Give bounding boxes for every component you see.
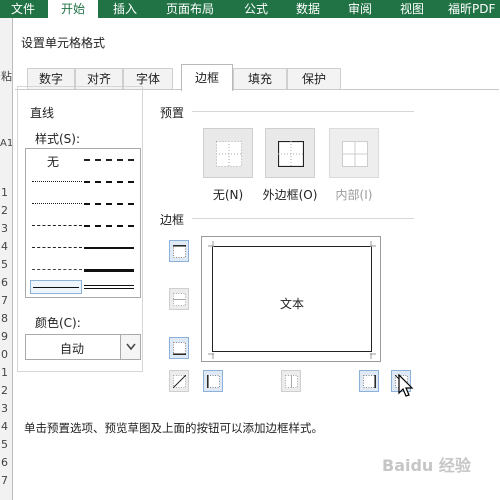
- line-style-dashed-medium[interactable]: [84, 219, 134, 233]
- preview-corner-mark: [370, 353, 376, 359]
- border-divider: [192, 218, 414, 219]
- preset-inside-button[interactable]: [329, 128, 379, 178]
- preview-corner-mark: [208, 353, 214, 359]
- color-dropdown[interactable]: 自动: [25, 334, 141, 360]
- watermark: Baidu 经验: [382, 456, 471, 475]
- border-inside-vertical-button[interactable]: [281, 370, 301, 392]
- ribbon-tab-foxit-pdf[interactable]: 福昕PDF: [448, 0, 495, 18]
- border-top-icon: [173, 245, 186, 258]
- line-style-thick[interactable]: [84, 263, 134, 277]
- ribbon-tab-insert[interactable]: 插入: [113, 0, 137, 18]
- line-style-dashed-thin[interactable]: [32, 263, 82, 277]
- preset-inside-label: 内部(I): [335, 188, 373, 202]
- line-section-label: 直线: [30, 104, 59, 121]
- line-style-thin-selected[interactable]: [30, 280, 82, 294]
- ribbon-tab-review[interactable]: 审阅: [348, 0, 372, 18]
- mouse-cursor-icon: [398, 374, 414, 397]
- line-style-dash-dot[interactable]: [32, 219, 82, 233]
- border-bottom-icon: [173, 342, 186, 355]
- ribbon-tab-formulas[interactable]: 公式: [244, 0, 268, 18]
- border-right-icon: [363, 375, 376, 388]
- color-label: 颜色(C):: [35, 314, 85, 331]
- border-left-icon: [207, 375, 220, 388]
- line-style-dotted[interactable]: [32, 197, 82, 211]
- border-diagonal-up-icon: [173, 375, 186, 388]
- chevron-down-icon[interactable]: [120, 335, 140, 359]
- preset-outline-icon: [278, 141, 304, 167]
- border-inside-vertical-icon: [285, 375, 298, 388]
- border-bottom-button[interactable]: [169, 337, 189, 359]
- line-style-list[interactable]: 无: [25, 148, 141, 298]
- line-style-dotted-fine[interactable]: [32, 175, 82, 189]
- ribbon-tab-home[interactable]: 开始: [48, 0, 98, 18]
- preset-none-button[interactable]: [203, 128, 253, 178]
- preview-corner-mark: [370, 241, 376, 247]
- color-dropdown-value: 自动: [60, 342, 85, 356]
- border-right-button[interactable]: [359, 370, 379, 392]
- line-style-none[interactable]: 无: [32, 153, 82, 169]
- border-preview[interactable]: 文本: [201, 236, 381, 362]
- line-style-dash-dot-dot-thin[interactable]: [84, 153, 134, 167]
- dialog-title: 设置单元格格式: [21, 36, 106, 50]
- preset-none-icon: [216, 141, 242, 167]
- preview-text: 文本: [279, 297, 304, 311]
- line-style-none-label: 无: [47, 155, 60, 169]
- ribbon: 文件 开始 插入 页面布局 公式 数据 审阅 视图 福昕PDF: [0, 0, 500, 18]
- line-style-dash-dot-thin[interactable]: [32, 241, 82, 255]
- line-style-slant-dash-dot[interactable]: [84, 197, 134, 211]
- tab-protection[interactable]: 保护: [287, 68, 341, 90]
- style-label: 样式(S):: [35, 130, 85, 147]
- border-top-button[interactable]: [169, 240, 189, 262]
- preset-inside-icon: [342, 141, 368, 167]
- border-diagonal-up-button[interactable]: [169, 370, 189, 392]
- border-inside-horizontal-icon: [173, 293, 186, 306]
- border-left-button[interactable]: [203, 370, 223, 392]
- ribbon-tab-view[interactable]: 视图: [400, 0, 424, 18]
- line-style-dash-dot-dot-medium[interactable]: [84, 175, 134, 189]
- line-style-medium[interactable]: [84, 241, 134, 255]
- preset-section-label: 预置: [160, 104, 189, 121]
- border-inside-horizontal-button[interactable]: [169, 288, 189, 310]
- tab-fill[interactable]: 填充: [233, 68, 287, 90]
- preview-corner-mark: [208, 241, 214, 247]
- ribbon-tab-page-layout[interactable]: 页面布局: [166, 0, 214, 18]
- preset-outline-button[interactable]: [265, 128, 315, 178]
- line-style-double[interactable]: [84, 281, 134, 295]
- border-section-label: 边框: [160, 211, 189, 228]
- ribbon-tab-file[interactable]: 文件: [0, 0, 46, 18]
- tab-border[interactable]: 边框: [181, 64, 233, 91]
- dialog-hint-text: 单击预置选项、预览草图及上面的按钮可以添加边框样式。: [24, 421, 323, 435]
- preset-divider: [192, 111, 414, 112]
- ribbon-tab-data[interactable]: 数据: [296, 0, 320, 18]
